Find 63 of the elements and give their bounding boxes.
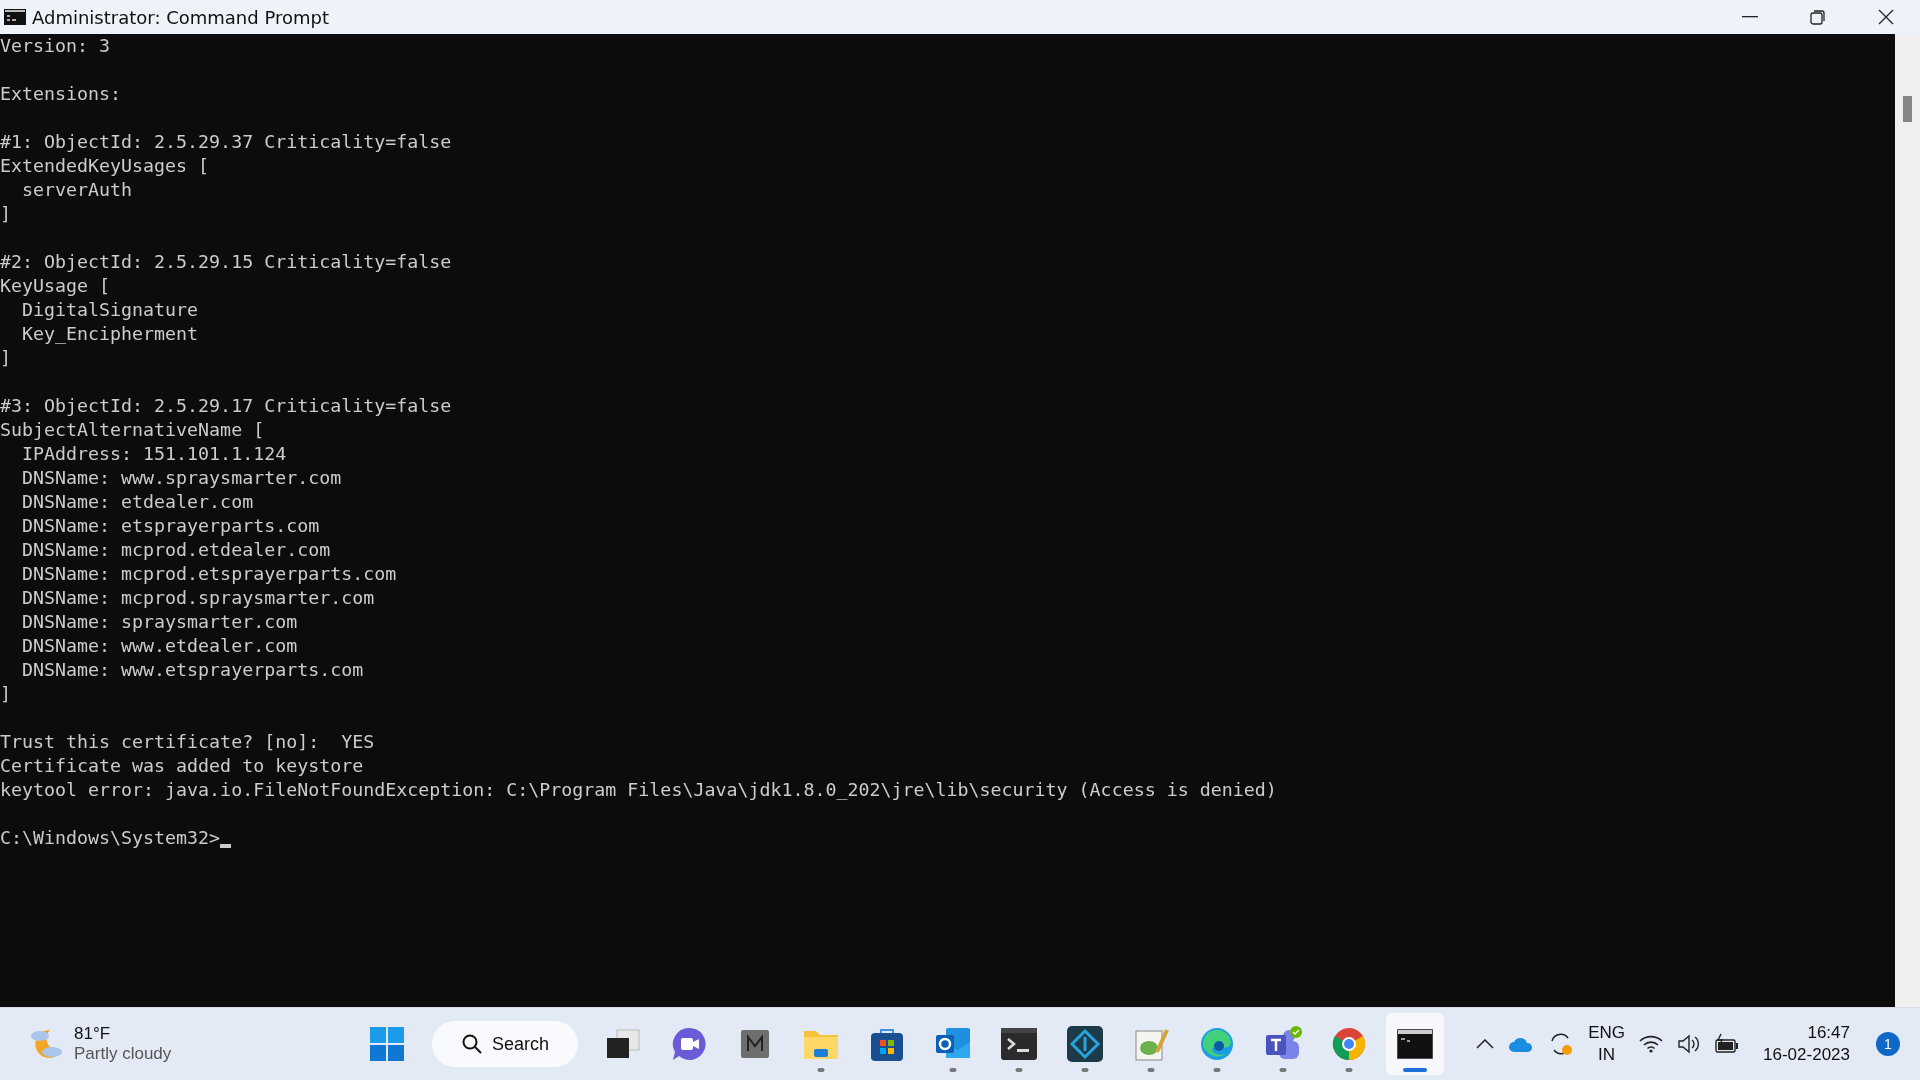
console-line: Trust this certificate? [no]: YES [0,730,376,754]
console-line: DNSName: spraysmarter.com [21,610,299,634]
console-line: IPAddress: 151.101.1.124 [21,442,288,466]
wifi-icon[interactable] [1639,1035,1664,1053]
restore-icon [1810,9,1826,25]
browser-wave-icon [1199,1026,1235,1062]
chevron-up-icon[interactable] [1476,1039,1495,1049]
volume-icon[interactable] [1677,1033,1702,1055]
console-line: KeyUsage [ [0,274,112,298]
console-line: Certificate was added to keystore [0,754,365,778]
console-line: Version: 3 [0,34,112,58]
region-indicator[interactable]: IN [1598,1044,1616,1066]
cursor-icon [220,844,232,848]
notification-badge[interactable]: 1 [1876,1032,1900,1056]
chrome-icon [1331,1026,1367,1062]
console-line: DNSName: mcprod.spraysmarter.com [21,586,376,610]
console-line: #2: ObjectId: 2.5.29.15 Criticality=false [0,250,453,274]
console-line: DNSName: www.etsprayerparts.com [21,658,365,682]
battery-charging-icon[interactable] [1715,1033,1740,1055]
console-line: ] [0,682,12,706]
console-line: DNSName: www.etdealer.com [21,634,299,658]
console-line: DigitalSignature [21,298,200,322]
console-line: DNSName: www.spraysmarter.com [21,466,343,490]
scrollbar-thumb[interactable] [1903,96,1912,122]
clock-date[interactable]: 16-02-2023 [1763,1044,1850,1066]
console-line: DNSName: mcprod.etdealer.com [21,538,332,562]
window-title: Administrator: Command Prompt [32,6,329,28]
command-prompt-icon [1397,1029,1433,1059]
weather-temperature: 81°F [74,1024,112,1044]
console-line: DNSName: etdealer.com [21,490,255,514]
video-chat-icon [671,1026,707,1062]
console-line: DNSName: etsprayerparts.com [21,514,321,538]
console-line: SubjectAlternativeName [ [0,418,266,442]
search-icon [462,1034,482,1054]
clock-time[interactable]: 16:47 [1807,1022,1850,1044]
task-view-icon [605,1028,641,1060]
sync-icon[interactable] [1548,1031,1575,1057]
console-line: #1: ObjectId: 2.5.29.37 Criticality=false [0,130,453,154]
weather-condition: Partly cloudy [74,1044,172,1064]
console-line: Extensions: [0,82,123,106]
app-letter-icon [741,1030,769,1058]
minimize-icon [1742,16,1758,18]
notepad-icon [1133,1026,1169,1062]
cloud-icon[interactable] [1508,1036,1535,1052]
terminal-icon [1001,1028,1037,1060]
console-line: keytool error: java.io.FileNotFoundException: C:\Program Files\Java\jdk1.8.0_202\jre\lib\security (Access is denied) [0,778,1278,802]
console-line: #3: ObjectId: 2.5.29.17 Criticality=false [0,394,453,418]
store-icon [869,1026,905,1062]
sync-app-icon [1067,1026,1103,1062]
search-button[interactable]: Search [432,1021,578,1067]
console-line: DNSName: mcprod.etsprayerparts.com [21,562,398,586]
console-line: ] [0,202,12,226]
console-line: Key_Encipherment [21,322,200,346]
close-icon [1878,9,1894,25]
command-prompt: C:\Windows\System32> [0,826,221,850]
taskbar-app-button[interactable] [1386,1013,1444,1075]
console-line: ] [0,346,12,370]
command-prompt-icon [4,9,26,25]
windows-logo-icon [370,1027,404,1061]
console-line: serverAuth [21,178,134,202]
console-line: ExtendedKeyUsages [ [0,154,211,178]
language-indicator[interactable]: ENG [1588,1022,1626,1044]
teams-icon [1263,1026,1303,1062]
